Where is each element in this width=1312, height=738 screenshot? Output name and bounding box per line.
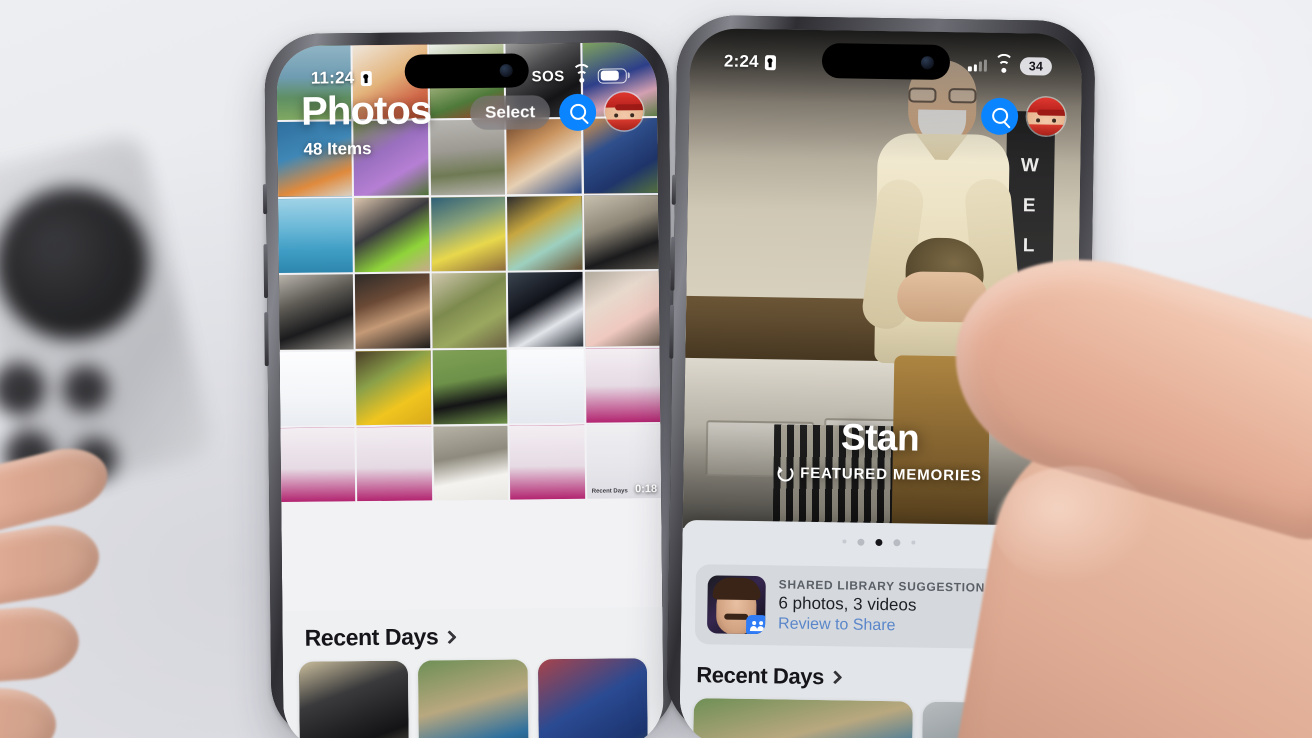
avatar[interactable] — [604, 92, 644, 131]
photo-tile[interactable] — [279, 350, 355, 427]
clock: 2:24 — [723, 51, 759, 72]
search-icon — [991, 107, 1008, 124]
page-title: Photos — [300, 88, 432, 134]
avatar[interactable] — [1026, 97, 1066, 136]
thumbnail-mustache — [724, 613, 749, 620]
recent-day-card[interactable] — [298, 660, 410, 738]
right-phone-volume-down-button[interactable] — [669, 304, 675, 359]
search-icon — [569, 103, 586, 120]
left-phone-volume-down-button[interactable] — [264, 312, 269, 367]
photo-tile[interactable] — [507, 195, 583, 271]
status-right: SOS — [531, 63, 627, 85]
finger — [0, 603, 82, 691]
photo-tile[interactable] — [356, 350, 432, 426]
memoji-eyes-icon — [1036, 118, 1057, 123]
memoji-shirt-icon — [605, 119, 644, 131]
people-icon — [750, 620, 765, 632]
photo-tile[interactable] — [430, 196, 507, 272]
page-dot[interactable] — [910, 540, 915, 545]
search-button[interactable] — [980, 97, 1019, 135]
photo-tile[interactable] — [356, 426, 433, 502]
knuckle-highlight — [994, 466, 1154, 586]
nested-recent-days-label: Recent Days — [591, 488, 628, 496]
recent-days-row[interactable]: TodayTuesday — [283, 658, 664, 738]
recent-day-card[interactable]: Tuesday — [537, 658, 649, 738]
lock-icon — [764, 54, 776, 70]
battery-icon — [597, 67, 627, 84]
wifi-icon — [571, 63, 591, 83]
recent-days-title: Recent Days — [304, 623, 439, 651]
rewind-icon — [777, 464, 794, 482]
header-actions: Select — [469, 92, 644, 132]
left-hand — [0, 439, 260, 738]
cellular-icon — [968, 59, 988, 72]
left-status-bar: 11:24 SOS — [276, 42, 657, 96]
photo-tile[interactable] — [432, 349, 508, 425]
photo-tile[interactable] — [584, 271, 660, 347]
page-dot[interactable] — [874, 538, 882, 546]
right-phone-volume-up-button[interactable] — [670, 236, 676, 291]
chevron-right-icon — [442, 629, 457, 644]
status-right: 34 — [968, 53, 1053, 76]
chevron-right-icon — [827, 670, 843, 685]
photo-tile[interactable] — [508, 272, 584, 348]
memoji-eyes-icon — [614, 113, 635, 118]
finger — [0, 683, 58, 738]
photo-tile[interactable]: 0:18 Recent Days — [586, 424, 662, 500]
photos-header: Photos 48 Items Select — [277, 88, 658, 160]
photo-tile[interactable] — [278, 198, 354, 274]
memoji-brim-icon — [1037, 109, 1066, 116]
people-badge — [745, 614, 766, 635]
item-count-label: 48 Items — [303, 139, 372, 159]
wifi-icon — [993, 53, 1014, 74]
status-left: 2:24 — [724, 51, 776, 72]
battery-percent-badge: 34 — [1019, 57, 1053, 76]
finger — [0, 518, 105, 622]
photo-tile[interactable] — [583, 194, 659, 271]
right-hand — [922, 226, 1312, 738]
right-phone-action-button[interactable] — [671, 174, 677, 205]
recent-day-card[interactable] — [692, 698, 913, 738]
sos-indicator: SOS — [531, 67, 565, 85]
video-duration-badge: 0:18 — [635, 483, 658, 496]
page-dot[interactable] — [841, 539, 846, 544]
photo-tile[interactable] — [585, 347, 661, 423]
photo-tile[interactable] — [509, 424, 585, 501]
left-phone-action-button[interactable] — [262, 184, 268, 215]
page-dot[interactable] — [856, 538, 864, 546]
left-phone-screen: 0:18 Recent Days 11:24 SOS Photos 48 Ite… — [276, 42, 664, 738]
photos-title-block: Photos 48 Items — [300, 88, 432, 159]
recent-days-header[interactable]: Recent Days — [283, 621, 663, 662]
recent-days-section: Recent Days TodayTuesday — [282, 606, 664, 738]
lock-icon — [360, 70, 372, 86]
page-dot[interactable] — [892, 538, 900, 546]
photo-tile[interactable] — [433, 425, 509, 501]
suggestion-thumbnail — [706, 575, 766, 635]
photo-tile[interactable] — [278, 274, 355, 350]
photo-tile[interactable] — [508, 348, 585, 424]
memoji-shirt-icon — [1026, 124, 1065, 136]
thumbnail-hair — [712, 577, 761, 601]
right-status-bar: 2:24 34 — [690, 28, 1083, 84]
left-phone-volume-up-button[interactable] — [263, 244, 269, 299]
photo-tile[interactable] — [431, 272, 507, 349]
select-button[interactable]: Select — [469, 95, 551, 130]
recent-day-card[interactable]: Today — [418, 659, 529, 738]
left-iphone: 0:18 Recent Days 11:24 SOS Photos 48 Ite… — [262, 29, 676, 738]
search-button[interactable] — [558, 93, 597, 131]
photo-tile[interactable] — [280, 427, 356, 503]
photo-tile[interactable] — [354, 197, 430, 273]
photos-app: 0:18 Recent Days 11:24 SOS Photos 48 Ite… — [276, 42, 664, 738]
status-left: 11:24 — [311, 68, 372, 89]
photo-tile[interactable] — [355, 273, 431, 349]
right-header-actions — [980, 97, 1066, 136]
clock: 11:24 — [310, 68, 355, 88]
recent-days-title: Recent Days — [696, 662, 825, 690]
memoji-brim-icon — [615, 104, 644, 111]
